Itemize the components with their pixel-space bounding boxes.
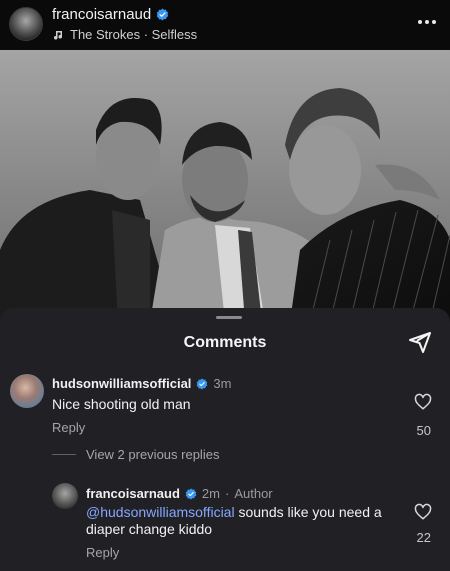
reply-separator: · — [224, 486, 230, 501]
music-attribution[interactable]: The Strokes · Selfless — [52, 27, 197, 42]
post-photo-illustration — [0, 50, 450, 322]
reply-time: 2m — [201, 486, 220, 501]
music-note-icon — [54, 30, 62, 40]
verified-badge-icon — [185, 488, 197, 499]
reply-button[interactable]: Reply — [86, 545, 119, 560]
comments-title: Comments — [183, 334, 267, 351]
reply-text: @hudsonwilliamsofficial sounds like you … — [86, 504, 396, 538]
post-author-username[interactable]: francoisarnaud — [52, 6, 151, 23]
mention-link[interactable]: @hudsonwilliamsofficial — [86, 504, 235, 520]
like-count: 22 — [416, 530, 431, 545]
comments-sheet: Comments hudsonwilliamsofficial 3m Nice … — [0, 308, 450, 571]
post-header: francoisarnaud The Strokes · Selfless — [0, 0, 450, 50]
avatar[interactable] — [9, 7, 43, 41]
reply-avatar[interactable] — [52, 483, 78, 509]
drag-handle[interactable] — [216, 316, 242, 319]
comment-header: hudsonwilliamsofficial 3m — [52, 376, 231, 391]
post-photo[interactable] — [0, 50, 450, 322]
reply-username[interactable]: francoisarnaud — [86, 486, 180, 501]
more-options-icon[interactable] — [416, 14, 438, 30]
music-label: The Strokes · Selfless — [70, 27, 198, 42]
reply-header: francoisarnaud 2m · Author — [86, 486, 273, 501]
comment-avatar[interactable] — [10, 374, 44, 408]
comment-text: Nice shooting old man — [52, 396, 191, 412]
view-replies-label[interactable]: View 2 previous replies — [86, 447, 219, 462]
like-heart-icon[interactable] — [414, 393, 432, 411]
view-previous-replies[interactable]: View 2 previous replies — [52, 447, 219, 462]
comment-time: 3m — [213, 376, 232, 391]
post-author[interactable]: francoisarnaud — [52, 6, 169, 23]
author-tag: Author — [234, 486, 273, 501]
verified-badge-icon — [156, 8, 169, 21]
like-heart-icon[interactable] — [414, 503, 432, 521]
verified-badge-icon — [197, 378, 208, 389]
share-icon[interactable] — [408, 330, 432, 354]
reply-button[interactable]: Reply — [52, 420, 85, 435]
reply-thread-line — [52, 454, 76, 455]
like-count: 50 — [416, 423, 431, 438]
comment-username[interactable]: hudsonwilliamsofficial — [52, 376, 191, 391]
